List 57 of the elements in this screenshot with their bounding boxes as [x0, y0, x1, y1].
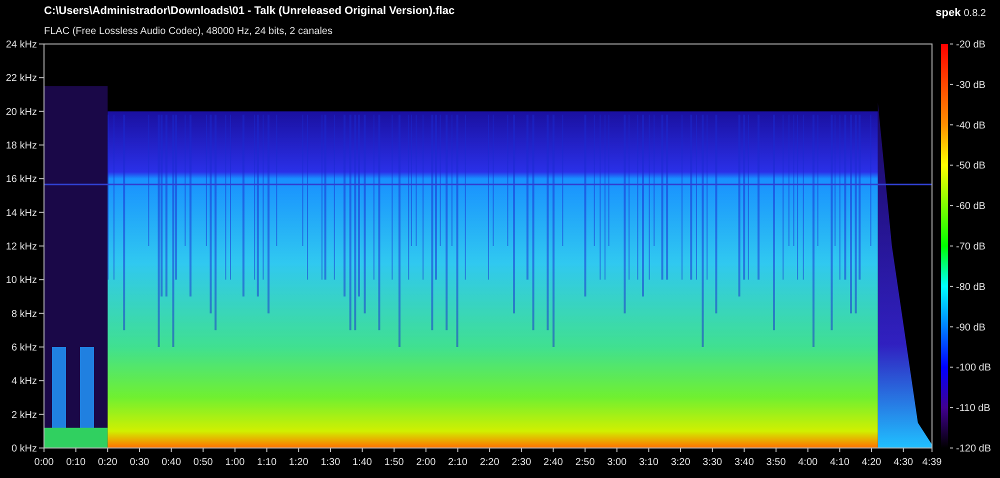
- level-tick-label: -110 dB: [956, 403, 990, 414]
- time-tick-label: 0:40: [162, 457, 182, 468]
- level-tick-label: -20 dB: [956, 40, 986, 50]
- frequency-tick-label: 14 kHz: [6, 208, 37, 219]
- time-tick-label: 3:10: [639, 457, 658, 468]
- time-tick-label: 0:20: [98, 457, 118, 468]
- level-tick-label: -100 dB: [956, 362, 992, 374]
- frequency-tick-label: 18 kHz: [6, 140, 37, 152]
- level-tick-label: -30 dB: [956, 80, 986, 91]
- time-tick-label: 1:30: [320, 457, 340, 468]
- time-tick-label: 2:30: [512, 457, 532, 468]
- frequency-tick-label: 10 kHz: [6, 275, 37, 286]
- time-tick-label: 3:50: [766, 457, 786, 468]
- frequency-tick-label: 24 kHz: [6, 40, 37, 50]
- time-tick-label: 1:40: [352, 457, 372, 468]
- level-tick-label: -120 dB: [956, 444, 992, 454]
- time-tick-label: 4:00: [798, 457, 818, 468]
- time-tick-label: 4:10: [830, 457, 850, 468]
- time-tick-label: 0:50: [193, 457, 213, 468]
- time-tick-label: 2:00: [416, 457, 436, 468]
- time-tick-label: 4:30: [894, 457, 914, 468]
- time-tick-label: 3:40: [734, 457, 754, 468]
- file-path: C:\Users\Administrador\Downloads\01 - Talk (Unreleased Original Version).flac: [44, 5, 455, 18]
- time-tick-label: 4:20: [862, 457, 882, 468]
- frequency-tick-label: 12 kHz: [6, 242, 37, 252]
- time-tick-label: 2:20: [480, 457, 500, 468]
- time-tick-label: 1:50: [384, 457, 404, 468]
- time-tick-label: 0:30: [130, 457, 150, 468]
- time-tick-label: 0:00: [34, 457, 54, 468]
- level-tick-label: -50 dB: [956, 160, 986, 172]
- level-tick-label: -90 dB: [956, 322, 986, 334]
- time-tick-label: 3:20: [670, 457, 690, 468]
- time-tick-label: 0:10: [66, 457, 86, 468]
- frequency-tick-label: 0 kHz: [11, 444, 37, 454]
- level-tick-label: -80 dB: [956, 282, 986, 293]
- level-tick-label: -40 dB: [956, 120, 986, 132]
- frequency-tick-label: 20 kHz: [6, 106, 37, 118]
- time-tick-label: 2:50: [575, 457, 595, 468]
- level-tick-label: -70 dB: [956, 242, 986, 252]
- frequency-tick-label: 22 kHz: [6, 73, 37, 84]
- time-tick-label: 2:10: [448, 457, 468, 468]
- level-tick-label: -60 dB: [956, 201, 986, 212]
- frequency-tick-label: 8 kHz: [11, 308, 37, 320]
- time-tick-label: 3:30: [702, 457, 722, 468]
- frequency-tick-label: 2 kHz: [11, 410, 37, 421]
- time-tick-label: 2:40: [544, 457, 563, 468]
- time-tick-label: 1:10: [257, 457, 277, 468]
- time-tick-label: 1:20: [288, 457, 308, 468]
- time-tick-label: 4:39: [922, 457, 942, 468]
- frequency-tick-label: 4 kHz: [11, 376, 37, 388]
- app-name: spek: [936, 6, 961, 21]
- stream-info: FLAC (Free Lossless Audio Codec), 48000 Hz, 24 bits, 2 canales: [44, 25, 334, 38]
- frequency-tick-label: 6 kHz: [11, 342, 37, 354]
- app-version: 0.8.2: [964, 7, 986, 21]
- frequency-tick-label: 16 kHz: [6, 174, 37, 186]
- time-tick-label: 1:00: [225, 457, 245, 468]
- time-tick-label: 3:00: [607, 457, 627, 468]
